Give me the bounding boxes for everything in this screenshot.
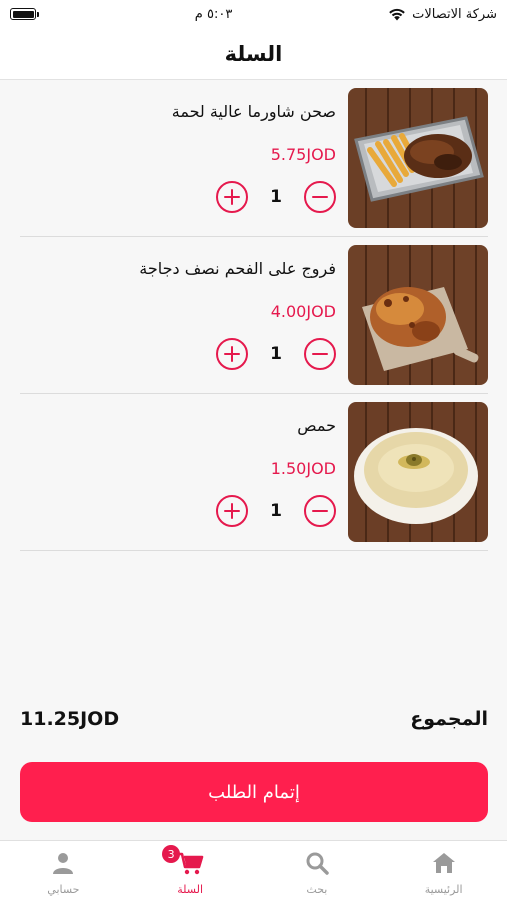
increase-quantity-button[interactable] (216, 181, 248, 213)
tab-search-label: بحث (306, 883, 328, 896)
total-amount: 11.25JOD (20, 708, 120, 730)
item-quantity: 1 (270, 501, 282, 521)
cart-list: صحن شاورما عالية لحمة 5.75JOD 1 فروج على… (20, 80, 488, 551)
page-header: السلة (0, 28, 507, 80)
carrier-name: شركة الاتصالات (412, 6, 497, 22)
battery-icon (10, 8, 39, 20)
tab-account-label: حسابي (47, 883, 80, 896)
tab-account[interactable]: حسابي (0, 841, 127, 900)
cart-item: صحن شاورما عالية لحمة 5.75JOD 1 (20, 80, 488, 237)
carrier-info: شركة الاتصالات (388, 7, 497, 22)
checkout-label: إتمام الطلب (208, 781, 300, 803)
item-quantity: 1 (270, 187, 282, 207)
item-name: صحن شاورما عالية لحمة (171, 102, 336, 121)
status-time: ٥:٠٣ م (194, 6, 233, 22)
tab-home-label: الرئيسية (424, 883, 463, 896)
item-name: حمص (297, 416, 336, 435)
shawarma-plate-photo (348, 88, 488, 228)
tab-search[interactable]: بحث (254, 841, 381, 900)
order-total: 11.25JOD المجموع (20, 702, 488, 736)
item-name: فروج على الفحم نصف دجاجة (139, 259, 336, 278)
search-icon (305, 849, 329, 877)
checkout-button[interactable]: إتمام الطلب (20, 762, 488, 822)
home-icon (431, 849, 457, 877)
increase-quantity-button[interactable] (216, 495, 248, 527)
tab-cart-label: السلة (177, 883, 204, 896)
decrease-quantity-button[interactable] (304, 495, 336, 527)
tab-cart[interactable]: 3 السلة (127, 841, 254, 900)
quantity-stepper: 1 (216, 494, 336, 528)
total-label: المجموع (410, 708, 488, 730)
quantity-stepper: 1 (216, 180, 336, 214)
item-price: 4.00JOD (270, 302, 336, 321)
page-title: السلة (224, 41, 283, 66)
status-bar: ٥:٠٣ م شركة الاتصالات (0, 0, 507, 28)
tab-bar: الرئيسية بحث 3 السلة حسابي (0, 840, 507, 900)
cart-item: فروج على الفحم نصف دجاجة 4.00JOD 1 (20, 237, 488, 394)
cart-screen: ٥:٠٣ م شركة الاتصالات السلة صحن شاورما ع… (0, 0, 507, 900)
tab-home[interactable]: الرئيسية (380, 841, 507, 900)
cart-icon: 3 (162, 845, 204, 877)
quantity-stepper: 1 (216, 337, 336, 371)
hummus-bowl-photo (348, 402, 488, 542)
person-icon (51, 849, 75, 877)
item-quantity: 1 (270, 344, 282, 364)
decrease-quantity-button[interactable] (304, 181, 336, 213)
wifi-icon (388, 8, 406, 21)
cart-count-badge: 3 (162, 845, 181, 863)
item-price: 5.75JOD (270, 145, 336, 164)
cart-item: حمص 1.50JOD 1 (20, 394, 488, 551)
grilled-chicken-photo (348, 245, 488, 385)
item-price: 1.50JOD (270, 459, 336, 478)
decrease-quantity-button[interactable] (304, 338, 336, 370)
increase-quantity-button[interactable] (216, 338, 248, 370)
